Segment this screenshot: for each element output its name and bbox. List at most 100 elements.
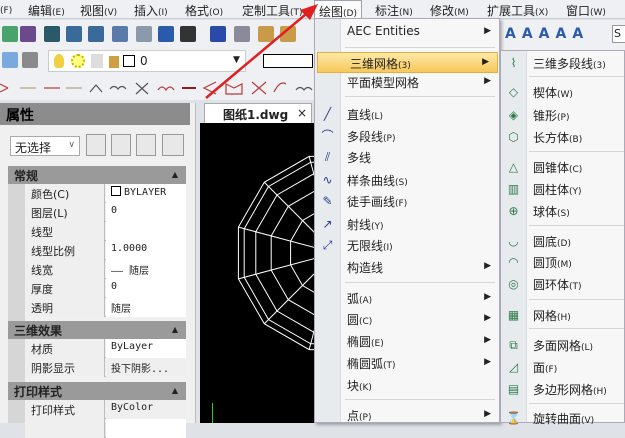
menu-item[interactable]: ▦ 网格(H)	[501, 305, 624, 326]
panel-title: 属性	[0, 103, 190, 125]
cut-icon[interactable]	[210, 26, 226, 42]
menu-dimension[interactable]: 标注(N)	[375, 2, 413, 19]
property-row[interactable]: 厚度 0	[25, 279, 186, 298]
menu-item-label: 椭圆弧	[347, 357, 384, 371]
tab-drawing1[interactable]: 图纸1.dwg ×	[204, 103, 312, 123]
property-row[interactable]: 颜色(C) BYLAYER	[25, 184, 186, 203]
menu-item[interactable]: 椭圆弧(T) ▶	[315, 353, 499, 374]
text-style-dropdown[interactable]: S	[612, 25, 625, 43]
open-icon[interactable]	[2, 26, 18, 42]
text-style-icons[interactable]: AAAAA	[505, 26, 589, 42]
find-icon[interactable]	[180, 26, 196, 42]
select-objects-button[interactable]	[111, 134, 131, 156]
menu-draw[interactable]: 绘图(D)	[314, 0, 362, 19]
paste-special-icon[interactable]	[280, 26, 296, 42]
menu-view[interactable]: 视图(V)	[80, 2, 117, 19]
menu-item[interactable]: ↗ 射线(Y)	[315, 214, 499, 235]
layer-dropdown[interactable]: 0 ▼	[48, 50, 246, 72]
property-value[interactable]: 投下阴影...	[106, 358, 186, 377]
property-row[interactable]: 透明 随层	[25, 298, 186, 317]
save-icon[interactable]	[20, 26, 36, 42]
menu-item[interactable]: 椭圆(E) ▶	[315, 331, 499, 352]
property-value[interactable]: 0	[106, 279, 186, 298]
menu-item[interactable]: ⊕ 球体(S)	[501, 201, 624, 222]
menu-item[interactable]: 平面模型网格 ▶	[315, 72, 499, 93]
color-dropdown[interactable]	[263, 54, 313, 68]
preview-icon[interactable]	[112, 26, 128, 42]
selection-dropdown[interactable]: 无选择 ∨	[10, 136, 80, 156]
menu-item[interactable]: ⌒ 多段线(P)	[315, 126, 499, 147]
property-value[interactable]: 0	[106, 203, 186, 222]
property-value[interactable]: 随层	[106, 298, 186, 317]
menu-item[interactable]: ◠ 圆顶(M)	[501, 252, 624, 273]
publish-icon[interactable]	[136, 26, 152, 42]
print-icon[interactable]	[88, 26, 104, 42]
property-value[interactable]: —— 随层	[106, 260, 186, 279]
menu-item[interactable]: ╱ 直线(L)	[315, 104, 499, 125]
menu-item[interactable]: ⬡ 长方体(B)	[501, 127, 624, 148]
paste-icon[interactable]	[258, 26, 274, 42]
menu-item[interactable]: 块(K)	[315, 375, 499, 396]
section-general[interactable]: 常规 ▲	[8, 166, 186, 184]
copy-icon[interactable]	[234, 26, 250, 42]
property-row[interactable]: 图层(L) 0	[25, 203, 186, 222]
property-label: 材质	[25, 339, 105, 358]
menu-modify[interactable]: 修改(M)	[430, 2, 469, 19]
menu-item[interactable]: ✎ 徒手画线(F)	[315, 191, 499, 212]
property-row[interactable]: 线宽 —— 随层	[25, 260, 186, 279]
plot-icon[interactable]	[66, 26, 82, 42]
menu-item[interactable]: ▥ 圆柱体(Y)	[501, 179, 624, 200]
layer-previous-icon[interactable]	[22, 52, 38, 68]
draw-tools-icons[interactable]	[0, 78, 314, 98]
menu-custom-tools[interactable]: 定制工具(T)	[242, 2, 303, 19]
menu-item[interactable]: 三维网格(3) ▶	[317, 52, 498, 73]
menu-item[interactable]: ⤢ 无限线(I)	[315, 235, 499, 256]
menu-item[interactable]: ◈ 锥形(P)	[501, 105, 624, 126]
filter-button[interactable]	[162, 134, 184, 156]
menu-item[interactable]: ▤ 多边形网格(H)	[501, 379, 624, 400]
menu-item[interactable]: △ 圆锥体(C)	[501, 157, 624, 178]
section-3d-effects[interactable]: 三维效果 ▲	[8, 321, 186, 339]
property-row[interactable]: 材质 ByLayer	[25, 339, 186, 358]
menu-item-icon: ◎	[508, 277, 519, 291]
property-value[interactable]: ByColor	[106, 400, 186, 419]
section-plot-style[interactable]: 打印样式 ▲	[8, 382, 186, 400]
property-value[interactable]: ByLayer	[106, 339, 186, 358]
menu-item[interactable]: ∿ 样条曲线(S)	[315, 170, 499, 191]
menu-item[interactable]: ⫽ 多线	[315, 147, 499, 168]
menu-item[interactable]: ◎ 圆环体(T)	[501, 274, 624, 295]
menu-item[interactable]: 圆(C) ▶	[315, 309, 499, 330]
property-row[interactable]: 线型	[25, 222, 186, 241]
menu-item-label: 平面模型网格	[347, 76, 420, 90]
drawing-canvas[interactable]	[200, 123, 314, 423]
menu-item[interactable]: ◇ 楔体(W)	[501, 82, 624, 103]
spellcheck-icon[interactable]	[158, 26, 174, 42]
menu-item[interactable]: ⌛ 旋转曲面(V)	[501, 408, 624, 429]
property-row[interactable]: 线型比例 1.0000	[25, 241, 186, 260]
menu-window[interactable]: 窗口(W)	[566, 2, 606, 19]
menu-insert[interactable]: 插入(I)	[134, 2, 168, 19]
property-value[interactable]: BYLAYER	[106, 184, 186, 203]
menu-edit[interactable]: 编辑(E)	[28, 2, 65, 19]
menu-item[interactable]: 构造线 ▶	[315, 257, 499, 278]
quick-select-button[interactable]	[136, 134, 156, 156]
menu-item[interactable]: AEC Entities ▶	[315, 22, 499, 43]
layer-state-icon[interactable]	[2, 52, 18, 68]
close-icon[interactable]: ×	[297, 106, 307, 120]
menu-item[interactable]: ◿ 面(F)	[501, 357, 624, 378]
property-value[interactable]	[106, 222, 186, 241]
menu-item[interactable]: ⧉ 多面网格(L)	[501, 335, 624, 356]
property-row[interactable]: 阴影显示 投下阴影...	[25, 358, 186, 377]
menu-format[interactable]: 格式(O)	[185, 2, 223, 19]
toggle-pickadd-button[interactable]	[86, 134, 106, 156]
menu-item[interactable]: ◡ 圆底(D)	[501, 231, 624, 252]
property-label: 透明	[25, 298, 105, 317]
property-value[interactable]: 1.0000	[106, 241, 186, 260]
property-row[interactable]: 打印样式 ByColor	[25, 400, 186, 419]
acis-icon[interactable]	[44, 26, 60, 42]
menu-item[interactable]: 弧(A) ▶	[315, 288, 499, 309]
menu-extension-tools[interactable]: 扩展工具(X)	[487, 2, 548, 19]
menu-file[interactable]: (F)	[0, 2, 12, 16]
menu-item[interactable]: ⌇ 三维多段线(3)	[501, 53, 624, 74]
menu-separator	[529, 151, 624, 152]
